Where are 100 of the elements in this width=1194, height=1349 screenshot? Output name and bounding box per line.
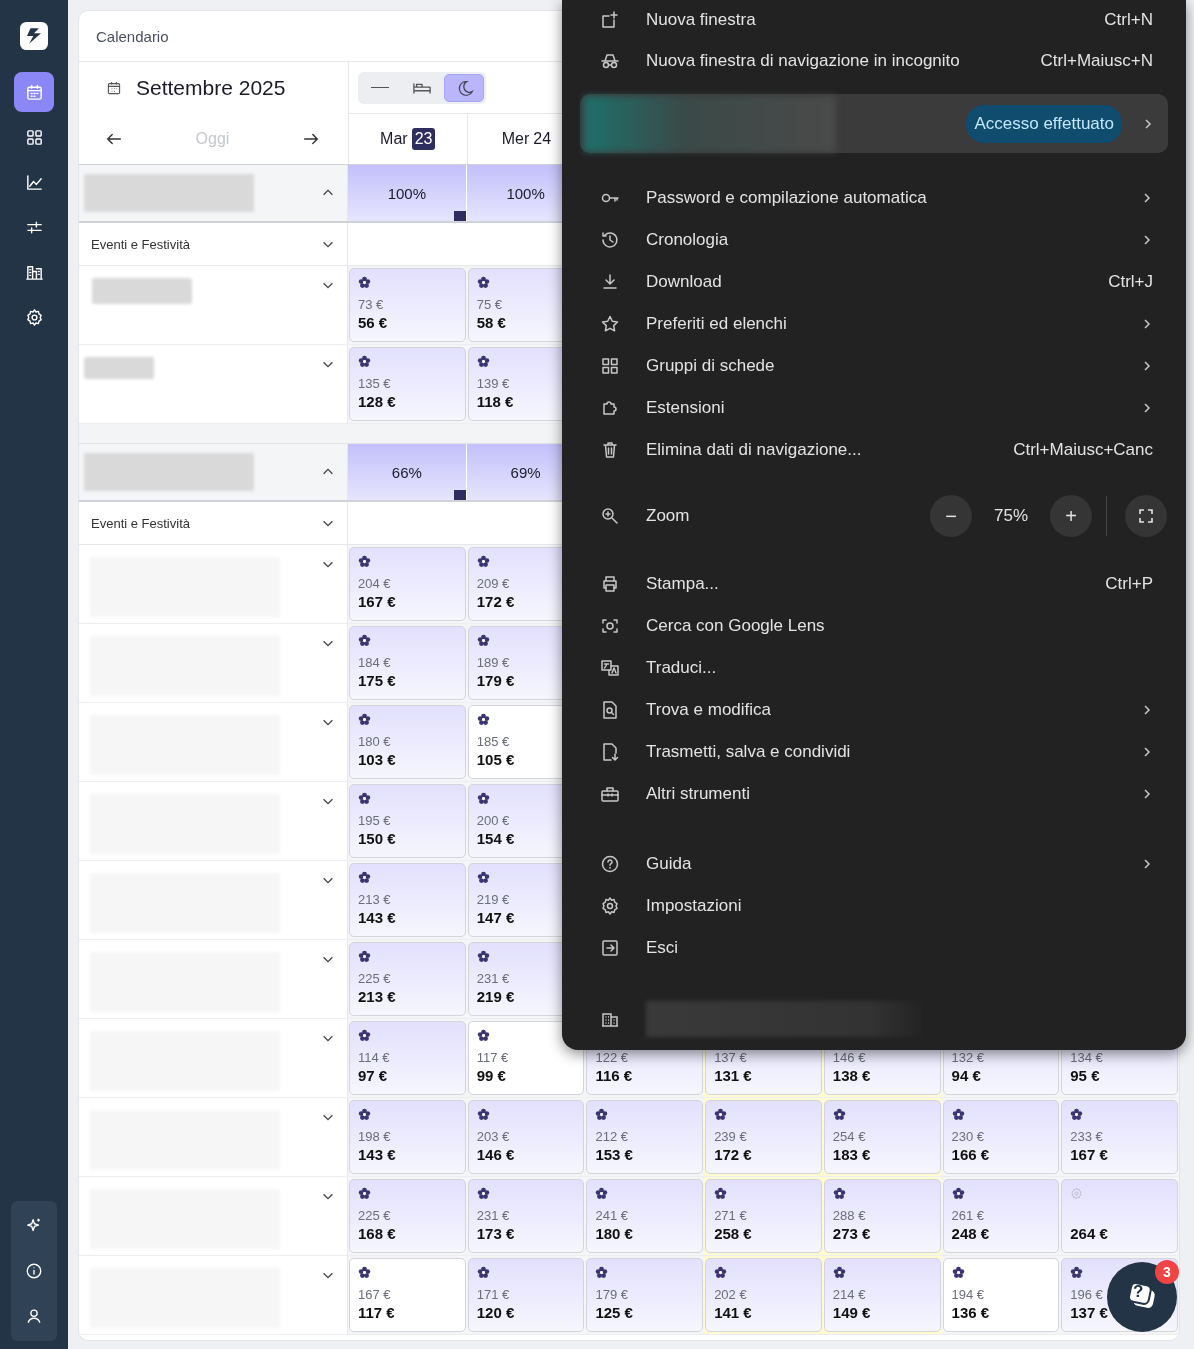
list-price: 198 € <box>358 1129 391 1144</box>
price: 179 € <box>476 672 515 689</box>
rate-cell[interactable]: 225 € 213 € <box>349 942 466 1016</box>
price: 213 € <box>358 988 396 1005</box>
dash-icon <box>371 86 389 89</box>
list-price: 231 € <box>476 971 510 986</box>
flower-icon <box>358 792 371 805</box>
rate-cell[interactable]: 167 € 117 € <box>349 1258 466 1332</box>
price: 118 € <box>476 393 514 410</box>
flower-icon <box>476 713 490 726</box>
settings-icon <box>600 896 620 916</box>
toolbox-icon <box>600 784 620 804</box>
price: 103 € <box>358 751 396 768</box>
rate-cell[interactable]: 180 € 103 € <box>349 705 466 779</box>
list-price: 212 € <box>595 1129 628 1144</box>
calendar-icon <box>106 79 122 96</box>
nav-button[interactable] <box>14 72 54 112</box>
flower-icon <box>951 1187 965 1200</box>
zoom-out-button[interactable]: − <box>930 495 972 537</box>
flower-icon <box>476 950 490 963</box>
view-mode-button[interactable] <box>444 73 484 102</box>
list-price: 203 € <box>476 1129 510 1144</box>
rate-cell[interactable]: 179 € 125 € <box>586 1258 704 1332</box>
price: 141 € <box>714 1304 752 1321</box>
rate-cell[interactable]: 212 € 153 € <box>586 1100 704 1174</box>
rate-cell[interactable]: 230 € 166 € <box>942 1100 1060 1174</box>
list-price: 225 € <box>358 971 391 986</box>
rate-cell[interactable]: 213 € 143 € <box>349 863 466 937</box>
list-price: 146 € <box>832 1050 866 1065</box>
rate-cell[interactable]: 198 € 143 € <box>349 1100 466 1174</box>
price: 146 € <box>476 1146 515 1163</box>
menu-item[interactable]: Nuova finestra Ctrl+N <box>562 0 1186 40</box>
price: 56 € <box>358 314 388 331</box>
list-price: 117 € <box>476 1050 509 1065</box>
menu-item[interactable]: Cronologia <box>562 219 1186 261</box>
fullscreen-button[interactable] <box>1125 495 1167 537</box>
flower-icon <box>1070 1108 1084 1121</box>
rate-cell[interactable]: 171 € 120 € <box>467 1258 585 1332</box>
list-price: 233 € <box>1070 1129 1103 1144</box>
rate-cell[interactable]: 254 € 183 € <box>823 1100 941 1174</box>
download-icon <box>600 272 620 292</box>
list-price: 75 € <box>476 297 502 312</box>
rate-cell[interactable]: 231 € 173 € <box>467 1179 585 1253</box>
flower-icon <box>714 1266 728 1279</box>
list-price: 132 € <box>951 1050 985 1065</box>
rate-cell[interactable]: 239 € 172 € <box>705 1100 822 1174</box>
rate-cell[interactable]: 195 € 150 € <box>349 784 466 858</box>
list-price: 184 € <box>358 655 391 670</box>
page-title: Calendario <box>96 27 169 45</box>
rate-cell[interactable]: 114 € 97 € <box>349 1021 466 1095</box>
price: 97 € <box>358 1067 388 1084</box>
list-price: 239 € <box>714 1129 747 1144</box>
rate-cell[interactable]: 264 € <box>1061 1179 1178 1253</box>
flower-icon <box>358 950 371 963</box>
price: 167 € <box>358 593 396 610</box>
grid-icon <box>600 356 620 376</box>
list-price: 213 € <box>358 892 391 907</box>
notification-badge: 3 <box>1155 1260 1179 1284</box>
rate-cell[interactable]: 135 € 128 € <box>349 347 466 421</box>
rate-cell[interactable]: 271 € 258 € <box>705 1179 822 1253</box>
lens-icon <box>600 616 620 636</box>
list-price: 171 € <box>476 1287 510 1302</box>
list-price: 189 € <box>476 655 510 670</box>
rate-cell[interactable]: 184 € 175 € <box>349 626 466 700</box>
rate-cell[interactable]: 204 € 167 € <box>349 547 466 621</box>
rate-cell[interactable]: 261 € 248 € <box>942 1179 1060 1253</box>
shortcut-label: Ctrl+J <box>1108 272 1153 292</box>
price: 105 € <box>476 751 515 768</box>
shortcut-label: Ctrl+N <box>1104 10 1153 30</box>
list-price: 209 € <box>476 576 510 591</box>
price: 120 € <box>476 1304 515 1321</box>
rate-cell[interactable]: 225 € 168 € <box>349 1179 466 1253</box>
price: 149 € <box>832 1304 871 1321</box>
zoom-in-button[interactable]: + <box>1050 495 1092 537</box>
menu-item[interactable]: Elimina dati di navigazione... Ctrl+Maiusc+Canc <box>562 429 1186 471</box>
rate-cell[interactable]: 202 € 141 € <box>705 1258 822 1332</box>
zoom-icon <box>600 506 620 526</box>
flower-icon <box>358 1266 371 1279</box>
rate-cell[interactable]: 194 € 136 € <box>942 1258 1060 1332</box>
price: 95 € <box>1070 1067 1100 1084</box>
rate-cell[interactable]: 241 € 180 € <box>586 1179 704 1253</box>
rate-cell[interactable]: 117 € 99 € <box>467 1021 585 1095</box>
list-price: 219 € <box>476 892 510 907</box>
list-price: 202 € <box>714 1287 747 1302</box>
rate-cell[interactable]: 233 € 167 € <box>1061 1100 1178 1174</box>
rate-cell[interactable]: 73 € 56 € <box>349 268 466 342</box>
user-icon[interactable] <box>25 1307 43 1325</box>
menu-item[interactable]: Nuova finestra di navigazione in incognito Ctrl+Maiusc+N <box>562 40 1186 82</box>
menu-item[interactable]: Password e compilazione automatica <box>562 177 1186 219</box>
list-price: 254 € <box>832 1129 866 1144</box>
events-label: Eventi e Festività <box>91 515 190 531</box>
list-price: 134 € <box>1070 1050 1103 1065</box>
rate-cell[interactable]: 214 € 149 € <box>823 1258 941 1332</box>
rate-cell[interactable]: 203 € 146 € <box>467 1100 585 1174</box>
info-icon[interactable] <box>25 1262 43 1280</box>
list-price: 179 € <box>595 1287 628 1302</box>
rate-cell[interactable]: 288 € 273 € <box>823 1179 941 1253</box>
profile-row[interactable]: Accesso effettuato <box>580 94 1168 153</box>
list-price: 73 € <box>358 297 384 312</box>
price: 166 € <box>951 1146 990 1163</box>
